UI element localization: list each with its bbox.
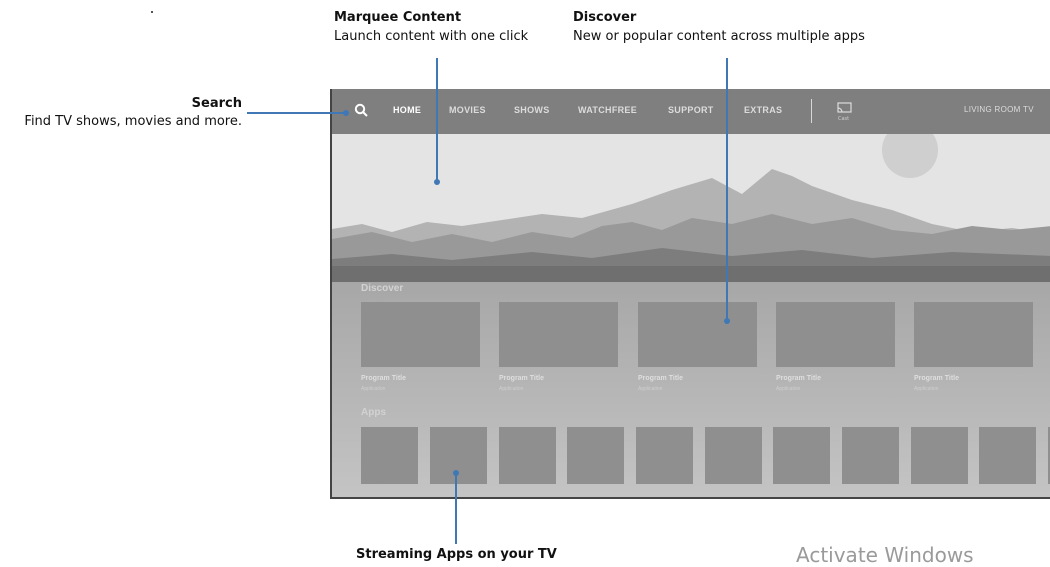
app-tile[interactable] (499, 427, 556, 484)
app-tile[interactable] (430, 427, 487, 484)
app-tile[interactable] (567, 427, 624, 484)
nav-extras[interactable]: EXTRAS (744, 105, 782, 115)
search-callout-dot (343, 110, 349, 116)
discover-callout-line (726, 58, 728, 320)
nav-divider (811, 99, 812, 123)
nav-movies[interactable]: MOVIES (449, 105, 486, 115)
marquee-callout-dot (434, 179, 440, 185)
app-tile[interactable] (773, 427, 830, 484)
program-title: Program Title (638, 375, 683, 382)
stray-dot (151, 11, 153, 13)
marquee-banner[interactable] (332, 134, 1050, 282)
search-annotation-subtitle: Find TV shows, movies and more. (24, 114, 242, 129)
discover-card[interactable] (499, 302, 618, 367)
cast-icon[interactable] (837, 99, 853, 113)
program-app: Application (361, 386, 386, 392)
program-app: Application (499, 386, 524, 392)
nav-shows[interactable]: SHOWS (514, 105, 550, 115)
program-app: Application (638, 386, 663, 392)
mountain-landscape-image (332, 134, 1050, 282)
discover-card[interactable] (914, 302, 1033, 367)
apps-annotation-title: Streaming Apps on your TV (356, 547, 557, 562)
device-name[interactable]: LIVING ROOM TV (964, 105, 1034, 114)
app-tile[interactable] (911, 427, 968, 484)
program-title: Program Title (361, 375, 406, 382)
program-title: Program Title (776, 375, 821, 382)
discover-card[interactable] (638, 302, 757, 367)
nav-support[interactable]: SUPPORT (668, 105, 714, 115)
search-icon[interactable] (354, 103, 369, 118)
activate-windows-watermark: Activate Windows (796, 543, 974, 567)
program-title: Program Title (914, 375, 959, 382)
program-app: Application (914, 386, 939, 392)
marquee-annotation-title: Marquee Content (334, 10, 462, 25)
search-annotation-title: Search (191, 96, 242, 111)
app-tile[interactable] (979, 427, 1036, 484)
discover-annotation-title: Discover (573, 10, 637, 25)
marquee-annotation-subtitle: Launch content with one click (334, 29, 529, 44)
cast-label: Cast (838, 116, 850, 122)
app-tile[interactable] (705, 427, 762, 484)
discover-section-label: Discover (361, 283, 404, 294)
tv-screen: HOME MOVIES SHOWS WATCHFREE SUPPORT EXTR… (330, 89, 1050, 499)
app-tile[interactable] (361, 427, 418, 484)
apps-callout-dot (453, 470, 459, 476)
program-app: Application (776, 386, 801, 392)
apps-callout-line (455, 472, 457, 544)
app-tile[interactable] (842, 427, 899, 484)
discover-annotation-subtitle: New or popular content across multiple a… (573, 29, 865, 44)
apps-section-label: Apps (361, 407, 386, 418)
app-tile[interactable] (636, 427, 693, 484)
nav-home[interactable]: HOME (393, 105, 421, 115)
marquee-callout-line (436, 58, 438, 180)
discover-card[interactable] (361, 302, 480, 367)
search-callout-line (247, 112, 345, 114)
nav-watchfree[interactable]: WATCHFREE (578, 105, 637, 115)
top-navigation-bar: HOME MOVIES SHOWS WATCHFREE SUPPORT EXTR… (332, 89, 1050, 134)
program-title: Program Title (499, 375, 544, 382)
discover-callout-dot (724, 318, 730, 324)
discover-card[interactable] (776, 302, 895, 367)
